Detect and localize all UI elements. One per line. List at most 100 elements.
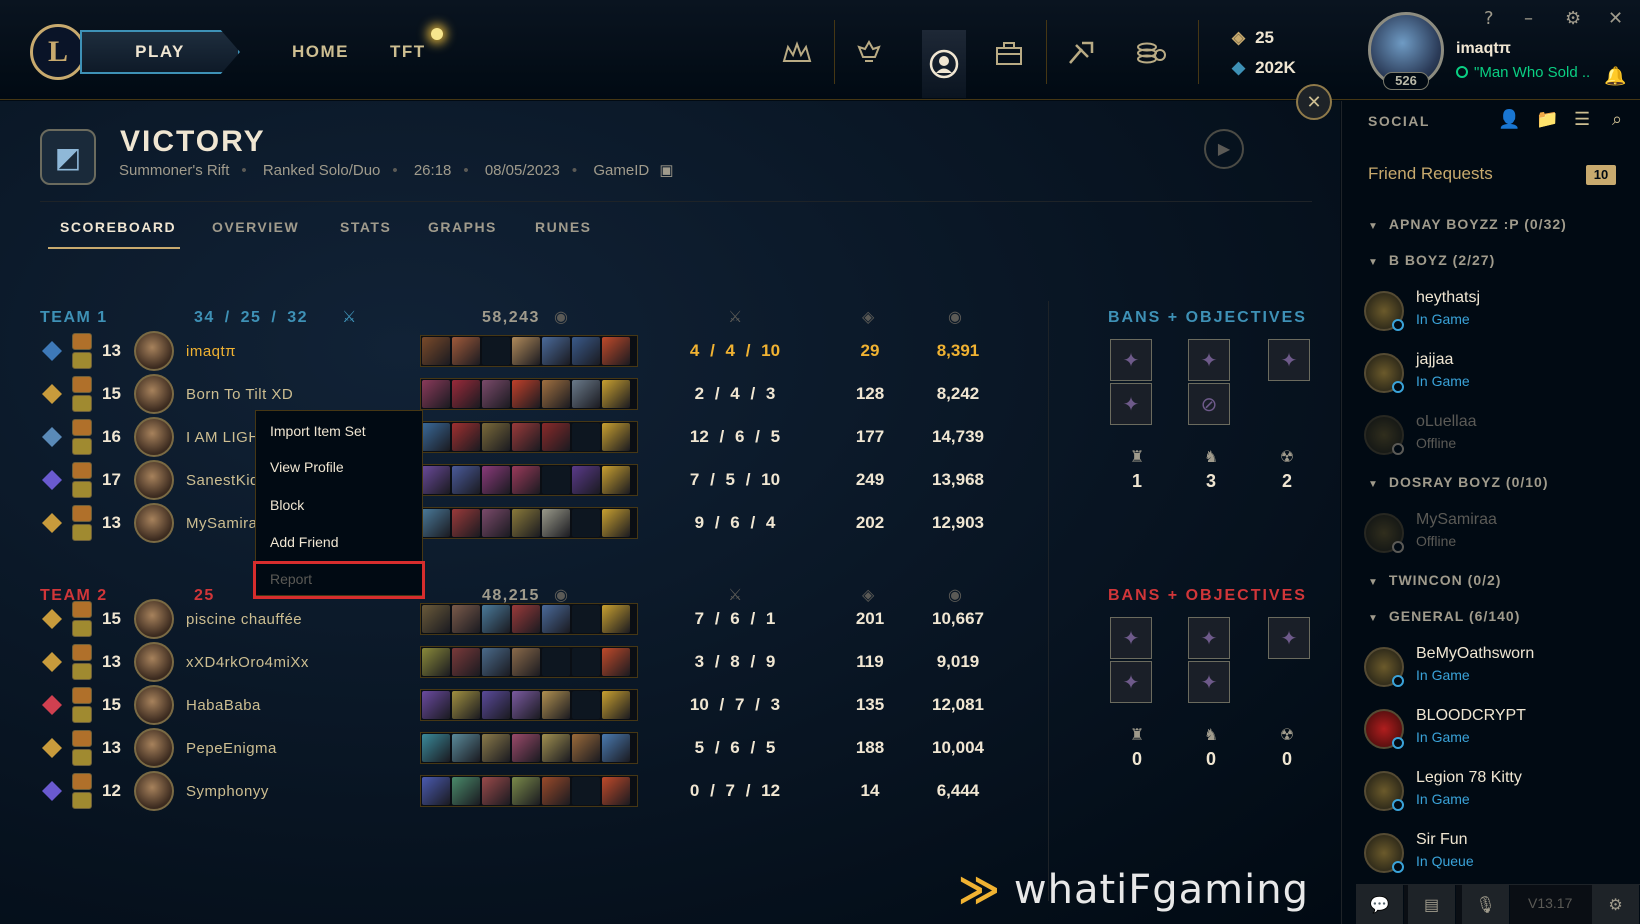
item-slot[interactable] [602,466,630,494]
item-slot[interactable] [602,691,630,719]
copy-icon[interactable]: ▣ [659,162,673,179]
champion-portrait[interactable] [134,331,174,371]
ban-champion[interactable]: ✦ [1110,661,1152,703]
champion-portrait[interactable] [134,771,174,811]
champion-portrait[interactable] [134,417,174,457]
item-slot[interactable] [512,509,540,537]
item-slot[interactable] [452,337,480,365]
profile-icon[interactable] [922,30,966,98]
friend-requests[interactable]: Friend Requests [1368,164,1493,184]
item-slot[interactable] [422,509,450,537]
loot-icon[interactable] [1064,36,1098,70]
player-row[interactable]: 13 xXD4rkOro4miXx 3 / 8 / 9 119 9,019 [0,642,1040,682]
friend-group[interactable]: ▼ TWINCON (0/2) [1368,572,1501,588]
friend-item[interactable]: BLOODCRYPT In Game [1364,705,1634,753]
item-slot[interactable] [572,380,600,408]
item-slot[interactable] [452,605,480,633]
player-name[interactable]: xXD4rkOro4miXx [186,654,309,671]
player-row[interactable]: 15 piscine chauffée 7 / 6 / 1 201 10,667 [0,599,1040,639]
item-slot[interactable] [512,337,540,365]
add-folder-icon[interactable]: 📁 [1536,109,1558,130]
item-slot[interactable] [482,466,510,494]
ban-champion[interactable]: ✦ [1268,339,1310,381]
item-slot[interactable] [602,605,630,633]
item-slot[interactable] [512,380,540,408]
item-slot[interactable] [422,734,450,762]
item-slot[interactable] [482,648,510,676]
item-slot[interactable] [422,423,450,451]
item-slot[interactable] [422,691,450,719]
item-slot[interactable] [482,734,510,762]
item-slot[interactable] [542,691,570,719]
champion-portrait[interactable] [134,642,174,682]
summoner-name[interactable]: imaqtπ [1456,40,1511,58]
item-slot[interactable] [482,605,510,633]
item-slot[interactable] [422,466,450,494]
be-balance[interactable]: ◆ 202K [1232,58,1296,78]
item-slot[interactable] [512,466,540,494]
item-slot[interactable] [542,380,570,408]
player-name[interactable]: PepeEnigma [186,740,277,757]
menu-block[interactable]: Block [270,497,304,513]
close-window-icon[interactable]: ✕ [1608,8,1623,29]
champion-portrait[interactable] [134,685,174,725]
player-name[interactable]: Symphonyy [186,783,269,800]
friend-group[interactable]: ▼ APNAY BOYZZ :P (0/32) [1368,216,1567,232]
item-slot[interactable] [542,777,570,805]
item-slot[interactable] [422,777,450,805]
ban-champion[interactable]: ✦ [1110,339,1152,381]
item-slot[interactable] [422,605,450,633]
item-slot[interactable] [422,380,450,408]
item-slot[interactable] [602,777,630,805]
item-slot[interactable] [512,777,540,805]
menu-add-friend[interactable]: Add Friend [270,534,338,550]
friend-group[interactable]: ▼ DOSRAY BOYZ (0/10) [1368,474,1549,490]
friend-item[interactable]: jajjaa In Game [1364,349,1634,397]
item-slot[interactable] [602,734,630,762]
tab-stats[interactable]: STATS [340,219,391,235]
player-name[interactable]: MySamira [186,515,258,532]
champion-portrait[interactable] [134,599,174,639]
item-slot[interactable] [512,423,540,451]
tab-scoreboard[interactable]: SCOREBOARD [60,219,176,235]
item-slot[interactable] [542,605,570,633]
item-slot[interactable] [512,734,540,762]
friend-item[interactable]: MySamiraa Offline [1364,509,1634,557]
ban-champion[interactable]: ✦ [1268,617,1310,659]
champion-portrait[interactable] [134,460,174,500]
item-slot[interactable] [602,337,630,365]
search-icon[interactable]: ⌕ [1612,109,1622,130]
champion-portrait[interactable] [134,503,174,543]
item-slot[interactable] [452,466,480,494]
player-row[interactable]: 15 Born To Tilt XD 2 / 4 / 3 128 8,242 [0,374,1040,414]
player-row[interactable]: 13 PepeEnigma 5 / 6 / 5 188 10,004 [0,728,1040,768]
bell-icon[interactable]: 🔔 [1604,66,1626,87]
collection-icon[interactable] [992,36,1026,70]
store-icon[interactable] [1134,36,1168,70]
settings-gear-icon[interactable]: ⚙ [1592,885,1640,924]
minimize-icon[interactable]: – [1524,8,1533,29]
friend-item[interactable]: heythatsj In Game [1364,287,1634,335]
item-slot[interactable] [572,337,600,365]
item-slot[interactable] [542,337,570,365]
item-slot[interactable] [482,691,510,719]
chat-icon[interactable]: 💬 [1356,885,1404,924]
menu-import-item-set[interactable]: Import Item Set [270,423,366,439]
player-name[interactable]: SanestKid [186,472,259,489]
help-icon[interactable]: ? [1484,8,1494,29]
item-slot[interactable] [602,648,630,676]
crown-icon[interactable] [780,36,814,70]
settings-icon[interactable]: ⚙ [1565,8,1581,29]
champion-portrait[interactable] [134,374,174,414]
item-slot[interactable] [572,466,600,494]
player-name[interactable]: Born To Tilt XD [186,386,293,403]
play-button[interactable]: PLAY [80,30,240,74]
league-logo-icon[interactable]: L [30,24,86,80]
player-row[interactable]: 13 MySamira 9 / 6 / 4 202 12,903 [0,503,1040,543]
friend-group[interactable]: ▼ GENERAL (6/140) [1368,608,1520,624]
item-slot[interactable] [512,691,540,719]
missions-icon[interactable]: ▤ [1408,885,1456,924]
tab-graphs[interactable]: GRAPHS [428,219,497,235]
item-slot[interactable] [602,509,630,537]
item-slot[interactable] [572,734,600,762]
